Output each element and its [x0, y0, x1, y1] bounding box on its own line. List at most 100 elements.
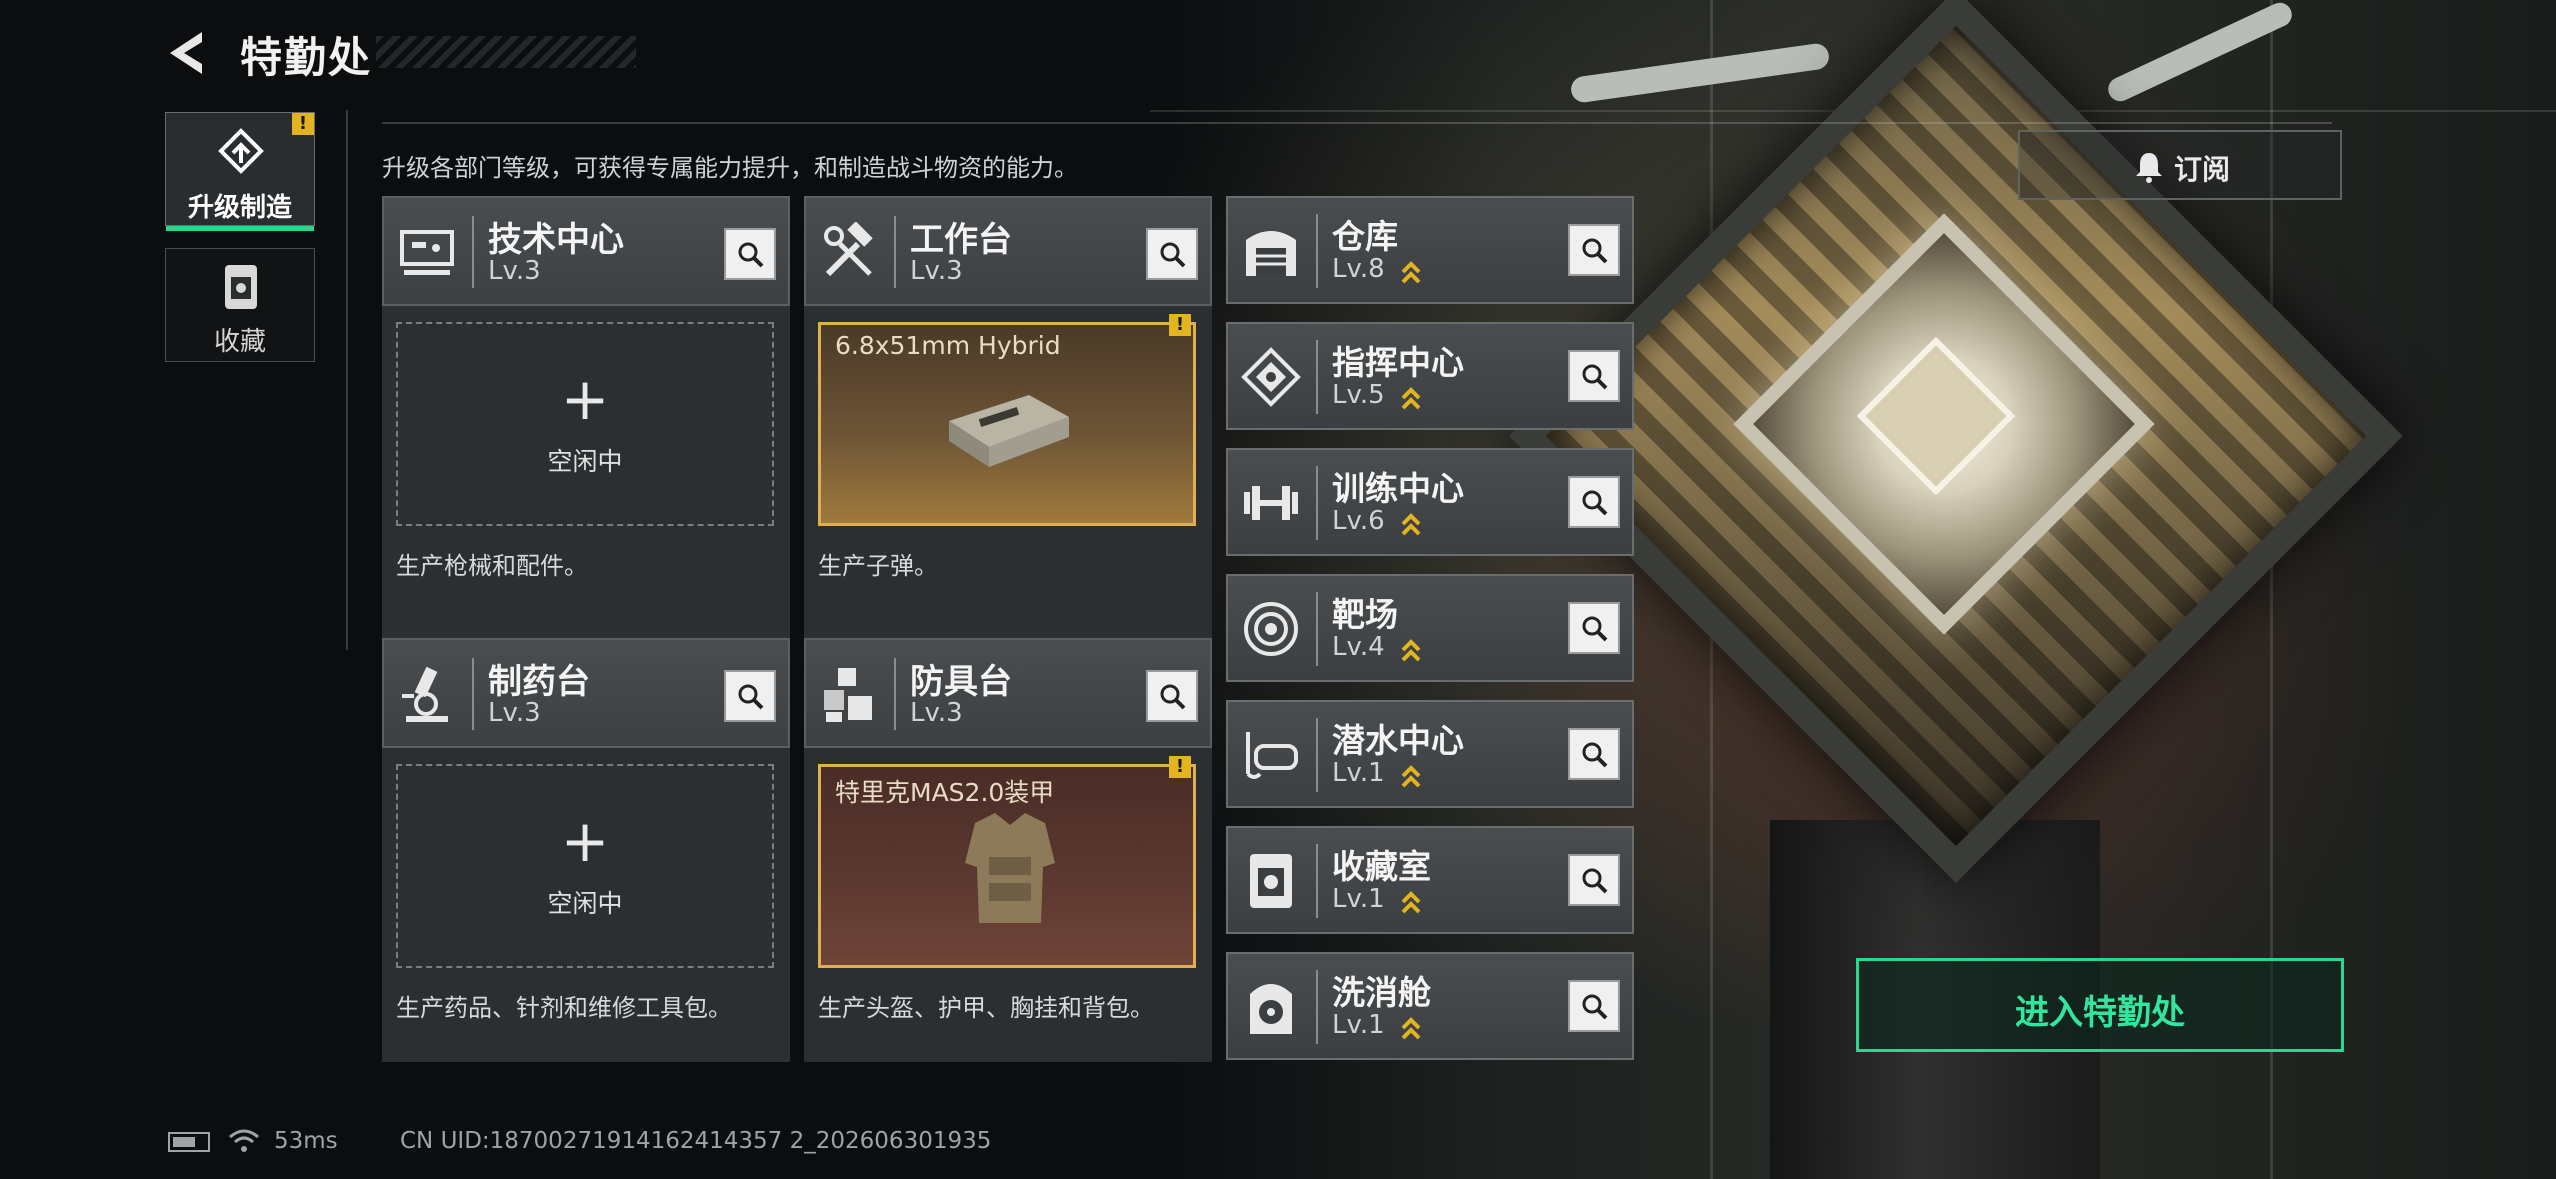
enter-button-label: 进入特勤处 [2015, 993, 2185, 1033]
station-note: 生产子弹。 [818, 552, 938, 580]
search-button[interactable] [1568, 350, 1620, 402]
facility-collection-room[interactable]: 收藏室 Lv.1 [1226, 826, 1634, 934]
upgrade-arrow-icon [1401, 765, 1421, 788]
facility-level: Lv.4 [1332, 632, 1385, 662]
body-armor-icon [965, 813, 1055, 923]
subscribe-label: 订阅 [2174, 153, 2231, 186]
warning-badge: ! [1169, 756, 1191, 778]
search-icon [1582, 616, 1608, 642]
production-slot-item[interactable]: 6.8x51mm Hybrid [818, 322, 1196, 526]
bell-icon [2136, 153, 2162, 183]
production-slot-idle[interactable]: + 空闲中 [396, 322, 774, 526]
station-header[interactable]: 制药台 Lv.3 [382, 638, 790, 748]
search-icon [738, 684, 764, 710]
search-button[interactable] [1568, 728, 1620, 780]
station-header[interactable]: 防具台 Lv.3 [804, 638, 1212, 748]
station-header[interactable]: 技术中心 Lv.3 [382, 196, 790, 306]
facility-name: 仓库 [1332, 217, 1398, 256]
station-header[interactable]: 工作台 Lv.3 [804, 196, 1212, 306]
search-icon [1582, 994, 1608, 1020]
active-tab-underline [166, 226, 314, 231]
facility-name: 训练中心 [1332, 469, 1464, 508]
wifi-icon [229, 1129, 259, 1152]
station-name: 制药台 [488, 662, 590, 702]
facility-decontamination[interactable]: 洗消舱 Lv.1 [1226, 952, 1634, 1060]
search-icon [738, 242, 764, 268]
station-level: Lv.3 [910, 698, 963, 728]
collection-room-icon [1250, 854, 1292, 908]
tab-collection[interactable]: 收藏 [165, 248, 315, 362]
armor-blocks-icon [824, 668, 872, 722]
decontamination-icon [1250, 984, 1292, 1034]
add-icon: + [560, 807, 610, 875]
facility-name: 收藏室 [1332, 847, 1431, 886]
battery-icon [168, 1132, 210, 1152]
facility-diving-center[interactable]: 潜水中心 Lv.1 [1226, 700, 1634, 808]
subscribe-button[interactable]: 订阅 [2018, 130, 2342, 200]
search-icon [1582, 364, 1608, 390]
search-button[interactable] [1146, 228, 1198, 280]
search-button[interactable] [724, 228, 776, 280]
upgrade-arrow-icon [1401, 261, 1421, 284]
station-note: 生产枪械和配件。 [396, 552, 588, 580]
uid-text: CN UID:18700271914162414357 2_2026063019… [400, 1128, 992, 1154]
search-button[interactable] [724, 670, 776, 722]
station-name: 工作台 [910, 220, 1012, 260]
facility-warehouse[interactable]: 仓库 Lv.8 [1226, 196, 1634, 304]
facility-name: 靶场 [1332, 595, 1398, 634]
add-icon: + [560, 365, 610, 433]
search-icon [1160, 684, 1186, 710]
upgrade-arrow-icon [1401, 513, 1421, 536]
facility-level: Lv.1 [1332, 758, 1385, 788]
facility-name: 洗消舱 [1332, 973, 1431, 1012]
enter-special-ops-button[interactable]: 进入特勤处 [1856, 958, 2344, 1052]
station-name: 技术中心 [488, 220, 624, 260]
warehouse-icon [1246, 231, 1296, 276]
search-icon [1582, 868, 1608, 894]
facility-level: Lv.6 [1332, 506, 1385, 536]
warning-badge: ! [1169, 314, 1191, 336]
station-card-armor: 防具台 Lv.3 特里克MAS2.0装甲 ! 生产头盔、护甲、胸挂和背包。 [804, 638, 1212, 1062]
tools-icon [824, 222, 873, 277]
search-button[interactable] [1568, 602, 1620, 654]
header-rule [382, 122, 2332, 124]
station-level: Lv.3 [488, 698, 541, 728]
tab-label-upgrade: 升级制造 [187, 193, 292, 223]
panel-divider [346, 110, 348, 650]
station-note: 生产药品、针剂和维修工具包。 [396, 994, 732, 1022]
computer-icon [400, 230, 454, 275]
upgrade-icon [218, 128, 264, 174]
search-icon [1582, 490, 1608, 516]
search-button[interactable] [1568, 980, 1620, 1032]
search-button[interactable] [1568, 854, 1620, 906]
production-slot-item[interactable]: 特里克MAS2.0装甲 [818, 764, 1196, 968]
collection-icon [225, 265, 257, 309]
item-name: 6.8x51mm Hybrid [835, 331, 1061, 360]
search-icon [1582, 238, 1608, 264]
command-icon [1241, 347, 1301, 407]
station-card-workbench: 工作台 Lv.3 6.8x51mm Hybrid ! 生产子弹。 [804, 196, 1212, 642]
search-button[interactable] [1568, 476, 1620, 528]
title-decoration [376, 36, 636, 68]
facility-command-center[interactable]: 指挥中心 Lv.5 [1226, 322, 1634, 430]
station-card-tech-center: 技术中心 Lv.3 + 空闲中 生产枪械和配件。 [382, 196, 790, 642]
search-button[interactable] [1146, 670, 1198, 722]
back-arrow-icon [170, 32, 202, 74]
slot-status: 空闲中 [547, 889, 623, 918]
back-button[interactable] [162, 28, 212, 78]
dumbbell-icon [1244, 486, 1298, 520]
tab-upgrade-manufacture[interactable]: 升级制造 ! [165, 112, 315, 231]
search-button[interactable] [1568, 224, 1620, 276]
slot-status: 空闲中 [547, 447, 623, 476]
microscope-icon [402, 666, 448, 722]
facility-training-center[interactable]: 训练中心 Lv.6 [1226, 448, 1634, 556]
diving-mask-icon [1246, 732, 1298, 779]
facility-level: Lv.1 [1332, 1010, 1385, 1040]
facility-shooting-range[interactable]: 靶场 Lv.4 [1226, 574, 1634, 682]
tab-label-collection: 收藏 [213, 327, 266, 357]
target-icon [1244, 602, 1298, 656]
production-slot-idle[interactable]: + 空闲中 [396, 764, 774, 968]
upgrade-arrow-icon [1401, 891, 1421, 914]
station-level: Lv.3 [488, 256, 541, 286]
station-level: Lv.3 [910, 256, 963, 286]
